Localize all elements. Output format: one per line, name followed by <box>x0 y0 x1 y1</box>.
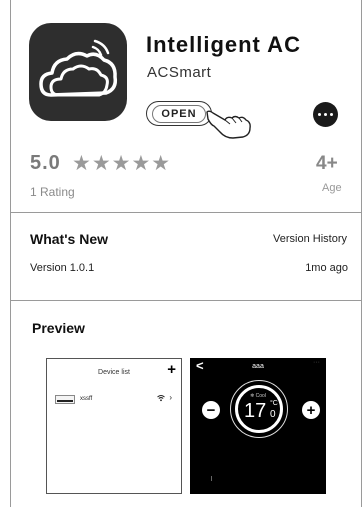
minus-icon: − <box>202 401 220 419</box>
rating-score: 5.0 <box>30 152 61 174</box>
rating-count[interactable]: 1 Rating <box>30 185 75 199</box>
cloud-wifi-icon <box>39 39 118 97</box>
more-icon: ··· <box>313 359 320 366</box>
open-button[interactable]: OPEN <box>146 101 212 126</box>
divider <box>10 300 362 301</box>
star-rating: ★★★★★ <box>72 152 172 175</box>
version-history-link[interactable]: Version History <box>273 233 347 245</box>
device-list-title: Device list <box>98 369 130 376</box>
ellipsis-icon <box>318 113 321 116</box>
room-name: aaa <box>252 363 264 370</box>
update-date: 1mo ago <box>305 262 348 274</box>
plus-icon: + <box>302 401 320 419</box>
preview-screenshot-thermostat[interactable]: < aaa ··· ❄ Cool 17 °C 0 − + <box>190 358 326 494</box>
age-rating: 4+ <box>316 153 338 174</box>
ellipsis-dot <box>324 113 327 116</box>
app-title: Intelligent AC <box>146 32 301 57</box>
open-button-label: OPEN <box>152 104 206 123</box>
whats-new-heading: What's New <box>30 231 109 247</box>
wifi-icon <box>157 395 165 402</box>
chevron-right-icon: › <box>169 393 172 402</box>
ellipsis-dot <box>330 113 333 116</box>
pointing-hand-icon <box>206 110 251 139</box>
preview-screenshot-device-list[interactable]: Device list + xssff › <box>46 358 182 494</box>
preview-heading: Preview <box>32 320 85 336</box>
developer-link[interactable]: ACSmart <box>147 64 211 81</box>
indicator-tick <box>211 476 212 481</box>
temperature-value: 17 <box>244 400 267 422</box>
temperature-unit: °C <box>270 400 278 407</box>
mode-label: ❄ Cool <box>250 393 266 399</box>
device-thumbnail <box>55 395 75 404</box>
device-name: xssff <box>80 396 93 402</box>
more-options-button[interactable] <box>313 102 338 127</box>
version-number: Version 1.0.1 <box>30 262 95 274</box>
add-device-icon: + <box>167 361 176 378</box>
divider <box>10 212 362 213</box>
age-label: Age <box>322 182 342 194</box>
temperature-decimal: 0 <box>270 409 276 420</box>
app-icon[interactable] <box>29 23 127 121</box>
